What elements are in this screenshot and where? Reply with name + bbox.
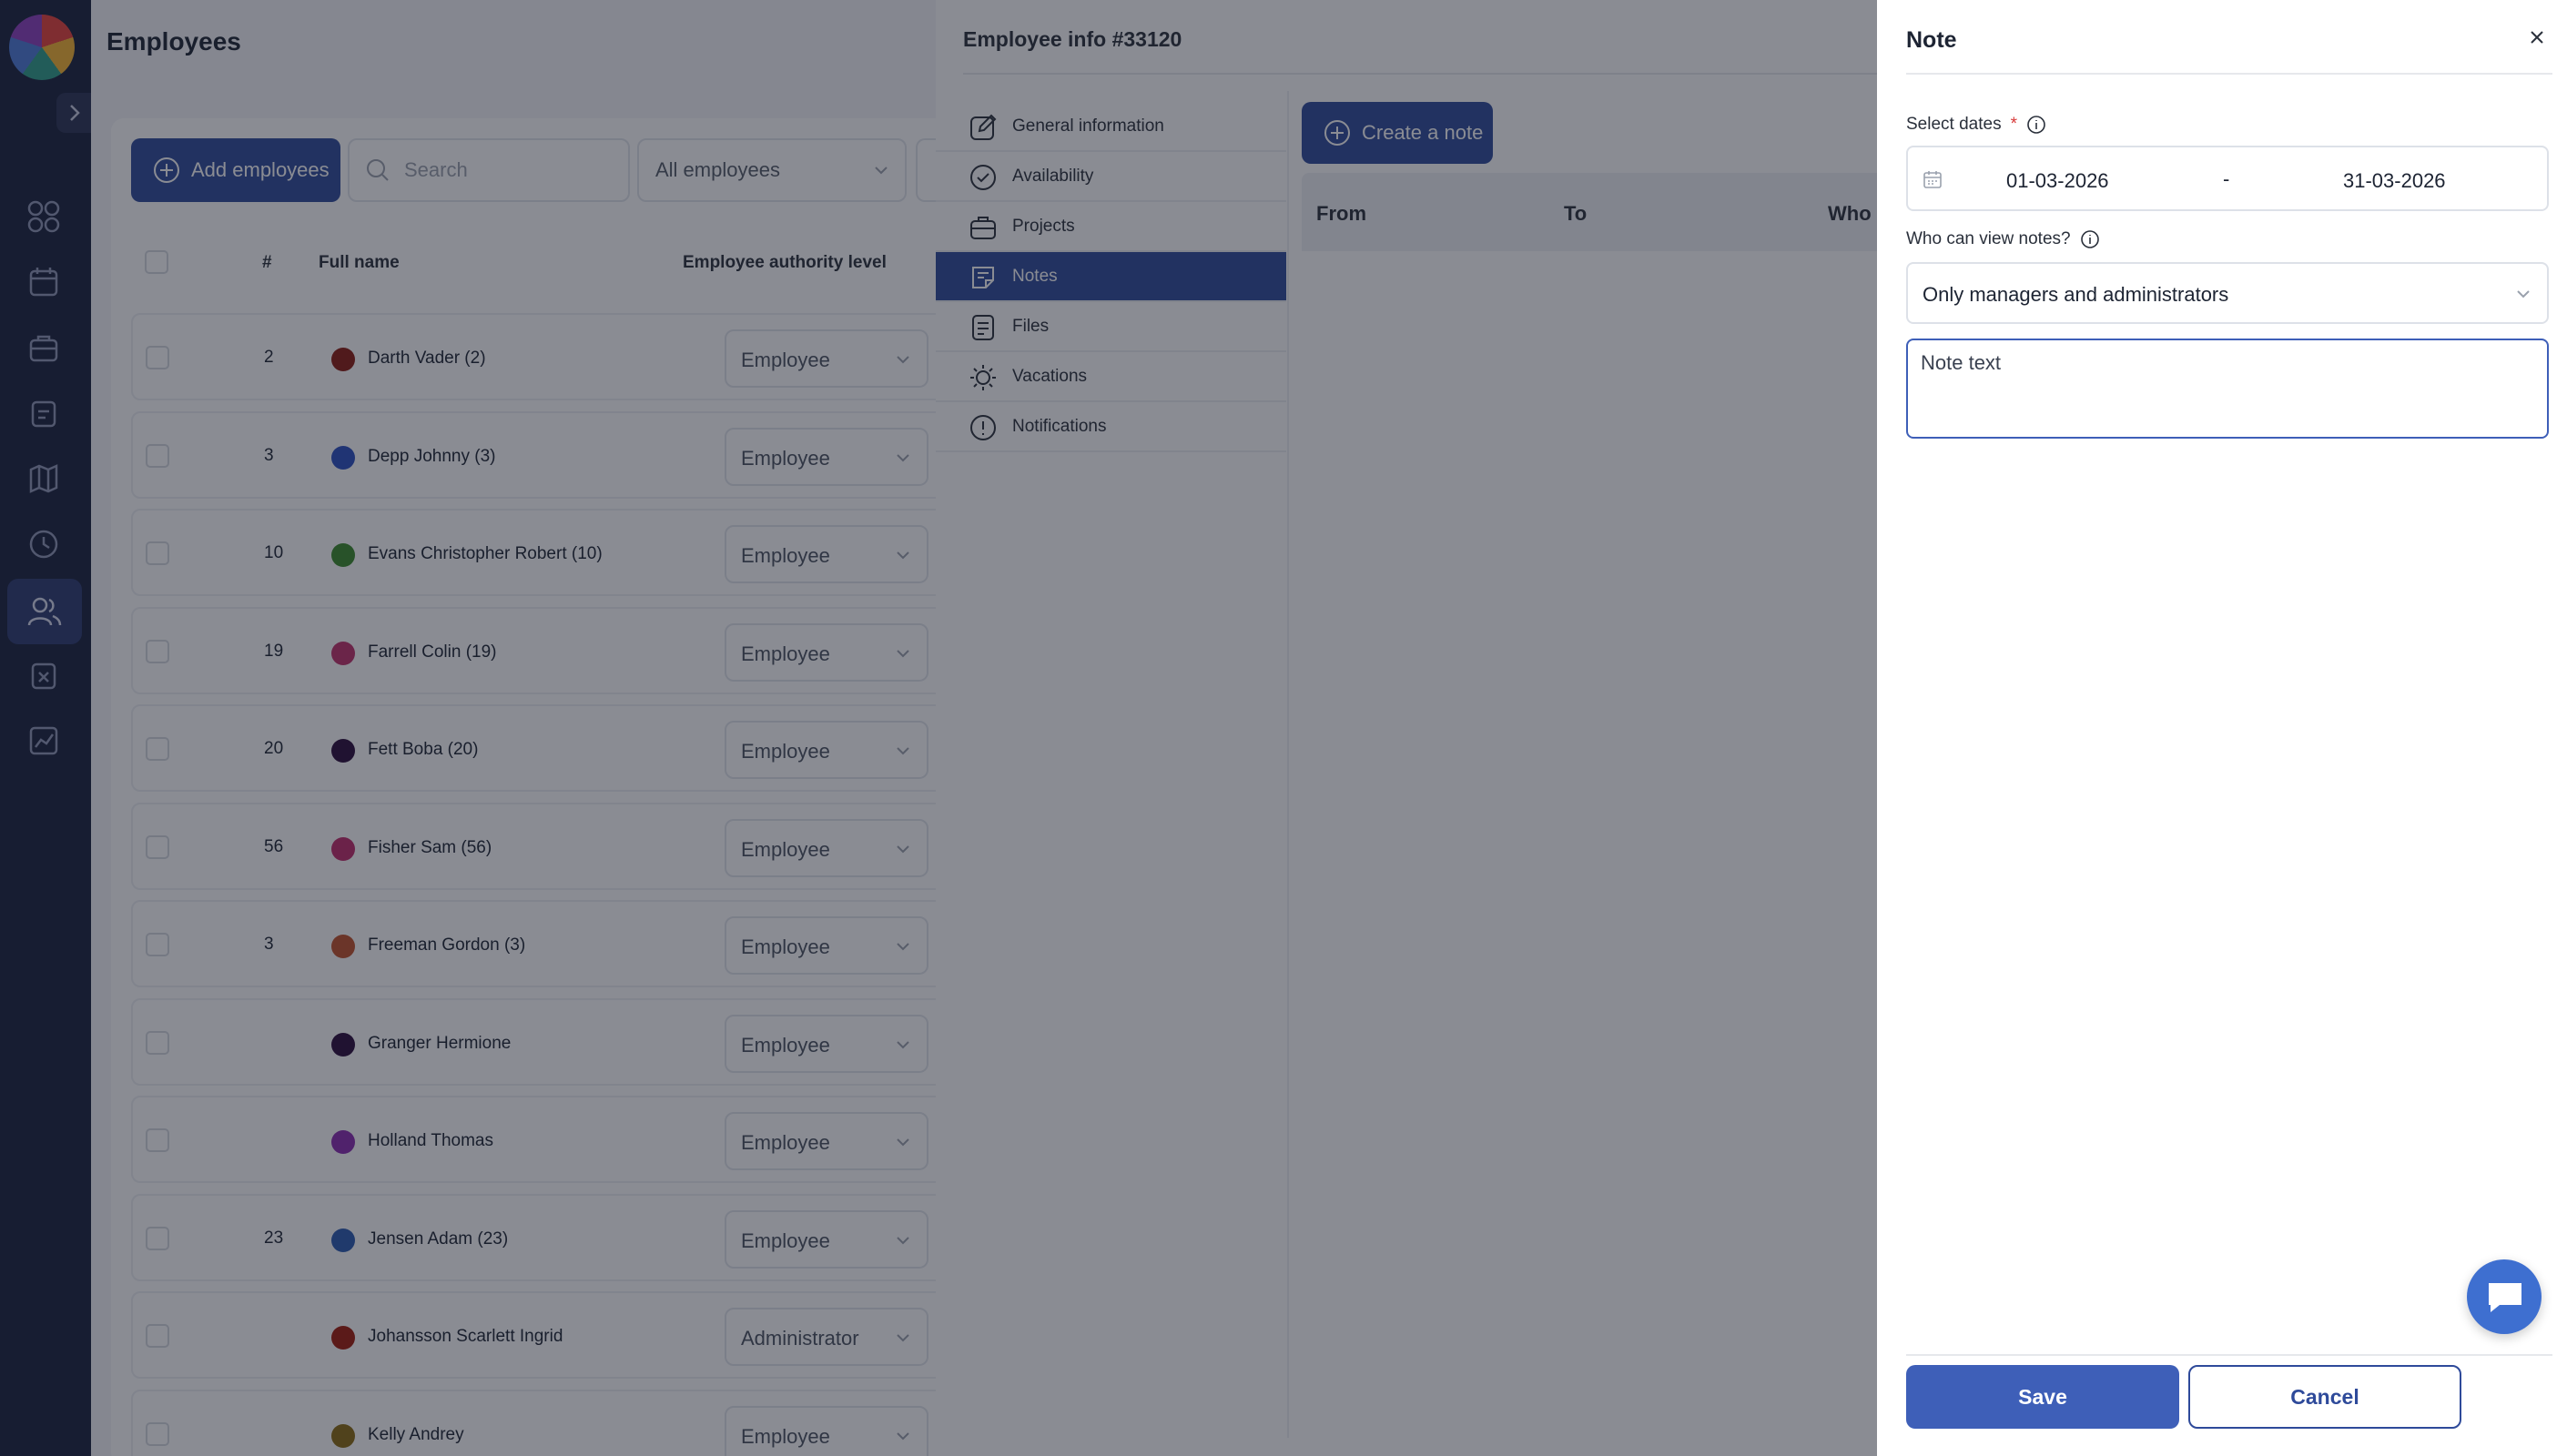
- note-text-input[interactable]: [1906, 339, 2549, 439]
- select-dates-label: Select dates *: [1906, 115, 2046, 135]
- visibility-select[interactable]: Only managers and administrators: [1906, 262, 2549, 324]
- chat-icon: [2489, 1283, 2521, 1312]
- close-icon: [2531, 31, 2543, 44]
- cancel-button[interactable]: Cancel: [2188, 1365, 2461, 1429]
- chevron-down-icon: [2517, 290, 2530, 298]
- info-icon[interactable]: [2080, 229, 2100, 249]
- info-icon[interactable]: [2026, 115, 2046, 135]
- chat-support-button[interactable]: [2467, 1259, 2542, 1334]
- divider: [1906, 73, 2552, 75]
- select-dates-text: Select dates: [1906, 115, 2002, 134]
- note-drawer: Note Select dates * 01-03-2026 - 31-03-2…: [1877, 0, 2567, 1456]
- date-to[interactable]: 31-03-2026: [2343, 169, 2446, 193]
- panel-backdrop[interactable]: [936, 0, 1882, 1456]
- visibility-text: Who can view notes?: [1906, 229, 2071, 248]
- date-from[interactable]: 01-03-2026: [2006, 169, 2109, 193]
- close-button[interactable]: [2527, 27, 2547, 52]
- visibility-value: Only managers and administrators: [1923, 283, 2229, 306]
- divider: [1906, 1354, 2552, 1356]
- save-button[interactable]: Save: [1906, 1365, 2179, 1429]
- required-mark: *: [2010, 115, 2017, 134]
- note-drawer-title: Note: [1906, 27, 1957, 53]
- date-range-picker[interactable]: 01-03-2026 - 31-03-2026: [1906, 146, 2549, 211]
- date-separator: -: [2223, 167, 2230, 190]
- visibility-label: Who can view notes?: [1906, 229, 2100, 249]
- calendar-icon: [1923, 171, 1942, 188]
